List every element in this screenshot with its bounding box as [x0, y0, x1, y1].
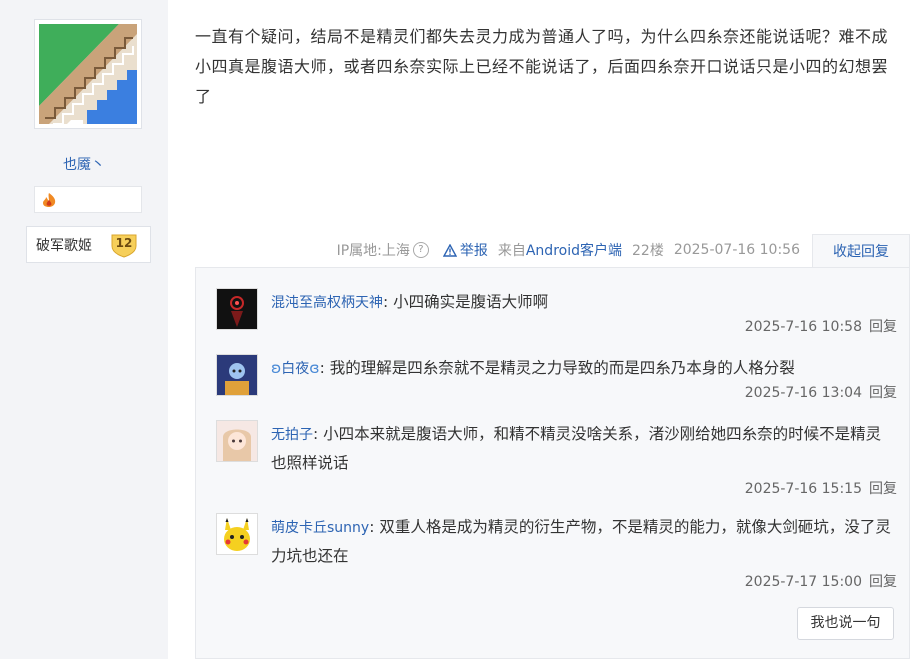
reply-avatar[interactable] — [216, 354, 258, 396]
source-prefix: 来自 — [497, 243, 526, 259]
reply-meta: 2025-7-17 15:00 回复 — [745, 571, 897, 591]
fan-badge[interactable]: 破军歌姬 12 — [26, 226, 151, 263]
reply-text: 小四本来就是腹语大师，和精不精灵没啥关系，渚沙刚给她四糸奈的时候不是精灵也照样说… — [271, 425, 882, 472]
reply-body: 混沌至高权柄天神: 小四确实是腹语大师啊 — [271, 288, 896, 317]
reply-meta: 2025-7-16 15:15 回复 — [745, 478, 897, 498]
author-avatar[interactable] — [34, 19, 142, 129]
reply-time: 2025-7-16 10:58 — [744, 319, 862, 335]
reply-button[interactable]: 回复 — [869, 319, 897, 335]
collapse-replies-button[interactable]: 收起回复 — [812, 234, 910, 268]
help-icon[interactable]: ? — [412, 242, 429, 258]
author-name[interactable]: 也魇丶 — [0, 154, 168, 174]
reply-body: 无拍子: 小四本来就是腹语大师，和精不精灵没啥关系，渚沙刚给她四糸奈的时候不是精… — [271, 420, 896, 477]
reply-text: 我的理解是四糸奈就不是精灵之力导致的而是四糸乃本身的人格分裂 — [329, 359, 795, 377]
username-decoration-left: ʚ — [271, 359, 282, 377]
reply-username[interactable]: 混沌至高权柄天神 — [271, 295, 383, 311]
badge-level-icon: 12 — [110, 232, 138, 258]
reply-time: 2025-7-16 15:15 — [744, 481, 862, 497]
author-avatar-image — [39, 24, 137, 124]
badge-level-number: 12 — [115, 236, 133, 250]
post-meta-row: IP属地:上海 ? 举报 来自Android客户端 22楼 2025-07-16… — [337, 240, 800, 260]
reply-avatar[interactable] — [216, 288, 258, 330]
reply-username[interactable]: 萌皮卡丘sunny — [271, 520, 369, 536]
reply-colon: : — [313, 425, 324, 443]
badge-name: 破军歌姬 — [36, 238, 92, 254]
report-link[interactable]: 举报 — [442, 240, 488, 260]
reply-username[interactable]: 白夜 — [281, 361, 309, 377]
post-timestamp: 2025-07-16 10:56 — [673, 242, 800, 258]
reply-time: 2025-7-17 15:00 — [744, 574, 862, 590]
add-comment-button[interactable]: 我也说一句 — [797, 607, 894, 640]
reply-body: ʚ白夜ɞ: 我的理解是四糸奈就不是精灵之力导致的而是四糸乃本身的人格分裂 — [271, 354, 896, 383]
user-level-box — [34, 186, 142, 213]
reply-avatar[interactable] — [216, 513, 258, 555]
level-flame-icon — [43, 193, 56, 207]
reply-time: 2025-7-16 13:04 — [744, 385, 862, 401]
ip-location: IP属地:上海 — [336, 243, 410, 259]
reply-avatar[interactable] — [216, 420, 258, 462]
reply-colon: : — [383, 293, 394, 311]
post-content: 一直有个疑问，结局不是精灵们都失去灵力成为普通人了吗，为什么四糸奈还能说话呢？难… — [195, 27, 889, 106]
reply-body: 萌皮卡丘sunny: 双重人格是成为精灵的衍生产物，不是精灵的能力，就像大剑砸坑… — [271, 513, 896, 570]
floor-number: 22楼 — [632, 243, 664, 259]
reply-button[interactable]: 回复 — [869, 481, 897, 497]
post-source: 来自Android客户端 — [498, 240, 622, 260]
reply-panel: 混沌至高权柄天神: 小四确实是腹语大师啊 2025-7-16 10:58 回复 ʚ… — [195, 267, 910, 659]
source-client-link[interactable]: Android客户端 — [526, 243, 622, 259]
reply-button[interactable]: 回复 — [869, 385, 897, 401]
warning-icon — [442, 243, 457, 257]
reply-username[interactable]: 无拍子 — [271, 427, 313, 443]
username-decoration-right: ɞ — [309, 359, 320, 377]
reply-colon: : — [319, 359, 330, 377]
report-label: 举报 — [459, 243, 488, 259]
reply-button[interactable]: 回复 — [869, 574, 897, 590]
author-sidebar: 也魇丶 破军歌姬 12 — [0, 0, 168, 659]
reply-meta: 2025-7-16 10:58 回复 — [745, 316, 897, 336]
reply-text: 小四确实是腹语大师啊 — [393, 293, 549, 311]
reply-meta: 2025-7-16 13:04 回复 — [745, 382, 897, 402]
reply-colon: : — [369, 518, 380, 536]
